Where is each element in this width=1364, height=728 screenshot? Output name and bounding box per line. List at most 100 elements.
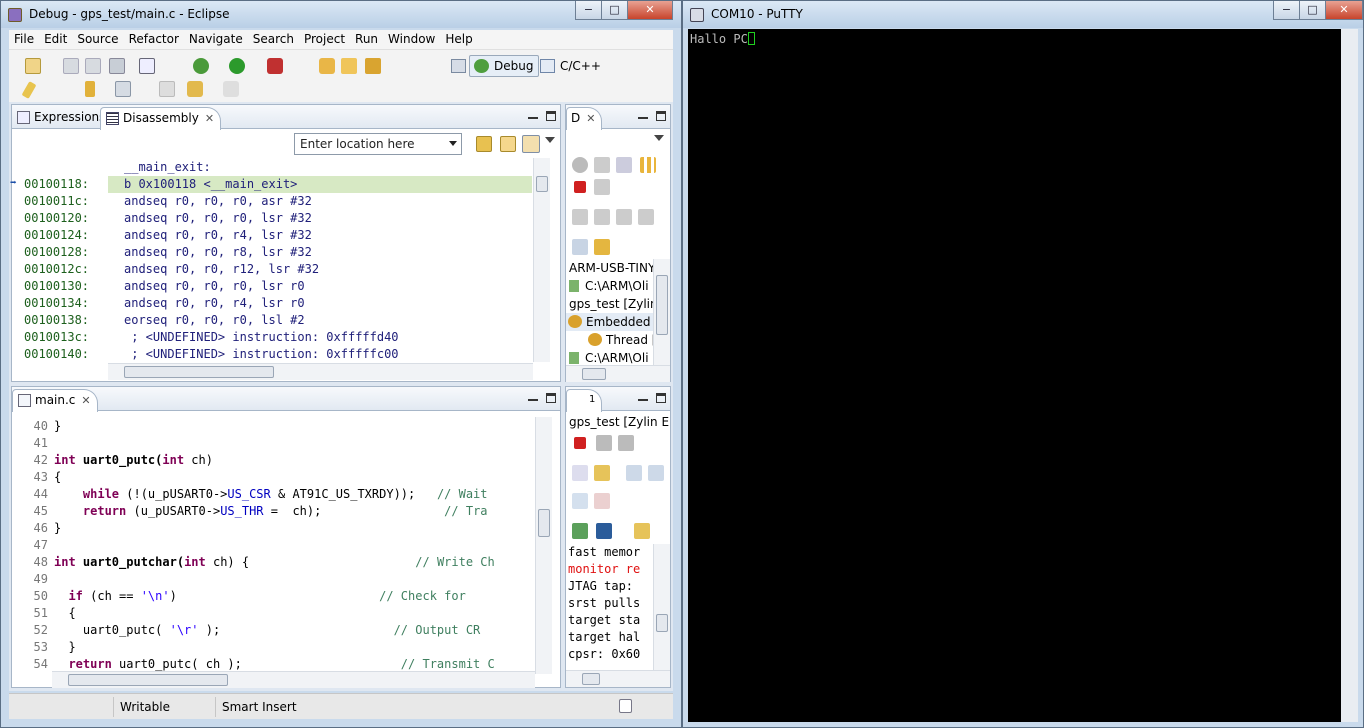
home-icon[interactable] (500, 136, 516, 152)
code-line[interactable]: 50 if (ch == '\n') // Check for (12, 588, 538, 605)
disassembly-row[interactable]: 0010011c: andseq r0, r0, r0, asr #32 (12, 193, 532, 210)
menu-run[interactable]: Run (350, 30, 383, 46)
pencil-icon[interactable] (21, 81, 37, 99)
code-line[interactable]: 51 { (12, 605, 538, 622)
suspend-icon[interactable] (640, 157, 656, 173)
maximize-button[interactable]: □ (601, 1, 628, 20)
tree-item-launch[interactable]: ARM-USB-TINY (569, 259, 655, 277)
disassembly-row[interactable]: 00100128: andseq r0, r0, r8, lsr #32 (12, 244, 532, 261)
terminate-icon[interactable] (574, 437, 586, 449)
disassembly-row[interactable]: 00100140: ; <UNDEFINED> instruction: 0xf… (12, 346, 532, 363)
show-on-output-icon[interactable] (648, 465, 664, 481)
code-line[interactable]: 40} (12, 418, 538, 435)
disassembly-row[interactable]: 0010012c: andseq r0, r0, r12, lsr #32 (12, 261, 532, 278)
show-stdout-icon[interactable] (572, 493, 588, 509)
remove-terminated-icon[interactable] (572, 157, 588, 173)
print-icon[interactable] (109, 58, 125, 74)
disassembly-horizontal-scrollbar[interactable] (108, 363, 533, 380)
pin-console-icon[interactable] (572, 523, 588, 539)
connect-icon[interactable] (594, 157, 610, 173)
scroll-thumb[interactable] (536, 176, 548, 192)
tree-item-thread[interactable]: Thread [ (588, 331, 655, 349)
disassembly-row-current[interactable]: ➡ 00100118: b 0x100118 <__main_exit> (10, 176, 532, 193)
disassembly-row[interactable]: 00100130: andseq r0, r0, r0, lsr r0 (12, 278, 532, 295)
back-nav-icon[interactable] (187, 81, 203, 97)
maximize-view-icon[interactable] (546, 393, 556, 403)
remove-all-icon[interactable] (618, 435, 634, 451)
menu-edit[interactable]: Edit (39, 30, 72, 46)
open-type-icon[interactable] (319, 58, 335, 74)
code-line[interactable]: 47 (12, 537, 538, 554)
minimize-view-icon[interactable] (528, 393, 538, 401)
menu-source[interactable]: Source (72, 30, 123, 46)
arrow-down-icon[interactable] (85, 81, 95, 97)
open-perspective-button[interactable] (447, 55, 469, 77)
drop-to-frame-icon[interactable] (638, 209, 654, 225)
code-line[interactable]: 44 while (!(u_pUSART0->US_CSR & AT91C_US… (12, 486, 538, 503)
link-with-pc-icon[interactable] (522, 135, 540, 153)
use-step-filters-icon[interactable] (594, 239, 610, 255)
back-icon[interactable] (159, 81, 175, 97)
code-line[interactable]: 52 uart0_putc( '\r' ); // Output CR (12, 622, 538, 639)
resume-icon[interactable] (616, 157, 632, 173)
fast-view-icon[interactable] (619, 699, 632, 713)
close-tab-icon[interactable]: ✕ (586, 112, 595, 125)
menu-refactor[interactable]: Refactor (124, 30, 184, 46)
tree-item-process[interactable]: C:\ARM\Oli (569, 277, 655, 295)
scroll-thumb[interactable] (656, 614, 668, 632)
code-line[interactable]: 41 (12, 435, 538, 452)
scroll-thumb[interactable] (582, 368, 606, 380)
code-line[interactable]: 49 (12, 571, 538, 588)
maximize-view-icon[interactable] (656, 393, 666, 403)
minimize-button[interactable]: − (575, 1, 602, 20)
close-button[interactable]: ✕ (627, 1, 673, 20)
scroll-thumb[interactable] (582, 673, 600, 685)
menu-help[interactable]: Help (440, 30, 477, 46)
tab-expressions[interactable]: Expressions (12, 107, 111, 129)
save-all-icon[interactable] (85, 58, 101, 74)
minimize-view-icon[interactable] (638, 111, 648, 119)
forward-nav-icon[interactable] (223, 81, 239, 97)
scroll-lock-icon[interactable] (594, 465, 610, 481)
run-icon[interactable] (229, 58, 245, 74)
open-console-icon[interactable] (634, 523, 650, 539)
search-icon[interactable] (365, 58, 381, 74)
debug-tree-horizontal-scrollbar[interactable] (566, 365, 670, 382)
view-menu-icon[interactable] (545, 137, 555, 143)
maximize-view-icon[interactable] (546, 111, 556, 121)
scroll-thumb[interactable] (656, 275, 668, 335)
go-to-address-icon[interactable] (476, 136, 492, 152)
minimize-button[interactable]: − (1273, 1, 1300, 20)
word-wrap-icon[interactable] (626, 465, 642, 481)
open-folder-icon[interactable] (341, 58, 357, 74)
view-menu-icon[interactable] (654, 135, 664, 141)
close-tab-icon[interactable]: ✕ (205, 112, 214, 125)
putty-title-bar[interactable]: COM10 - PuTTY − □ ✕ (683, 1, 1363, 28)
menu-navigate[interactable]: Navigate (184, 30, 248, 46)
disassembly-row[interactable]: 00100120: andseq r0, r0, r0, lsr #32 (12, 210, 532, 227)
tab-console[interactable]: 1 (566, 389, 603, 412)
disconnect-icon[interactable] (594, 179, 610, 195)
scroll-thumb[interactable] (124, 366, 274, 378)
console-horizontal-scrollbar[interactable] (566, 670, 670, 687)
disassembly-vertical-scrollbar[interactable] (533, 158, 550, 362)
menu-file[interactable]: File (9, 30, 39, 46)
code-line[interactable]: 53 } (12, 639, 538, 656)
external-tools-icon[interactable] (267, 58, 283, 74)
debug-tree-vertical-scrollbar[interactable] (653, 259, 670, 365)
menu-project[interactable]: Project (299, 30, 350, 46)
code-line[interactable]: 48 int uart0_putchar(int ch) { // Write C… (12, 554, 538, 571)
save-icon[interactable] (63, 58, 79, 74)
instruction-stepping-icon[interactable] (572, 239, 588, 255)
menu-search[interactable]: Search (248, 30, 299, 46)
remove-launch-icon[interactable] (596, 435, 612, 451)
disassembly-row[interactable]: 00100134: andseq r0, r0, r4, lsr r0 (12, 295, 532, 312)
code-line[interactable]: 43 { (12, 469, 538, 486)
terminate-icon[interactable] (574, 181, 586, 193)
code-line[interactable]: 42 int uart0_putc(int ch) (12, 452, 538, 469)
step-return-icon[interactable] (616, 209, 632, 225)
editor-vertical-scrollbar[interactable] (535, 417, 552, 674)
close-button[interactable]: ✕ (1325, 1, 1363, 20)
menu-window[interactable]: Window (383, 30, 440, 46)
terminal-scrollbar[interactable] (1341, 29, 1358, 722)
